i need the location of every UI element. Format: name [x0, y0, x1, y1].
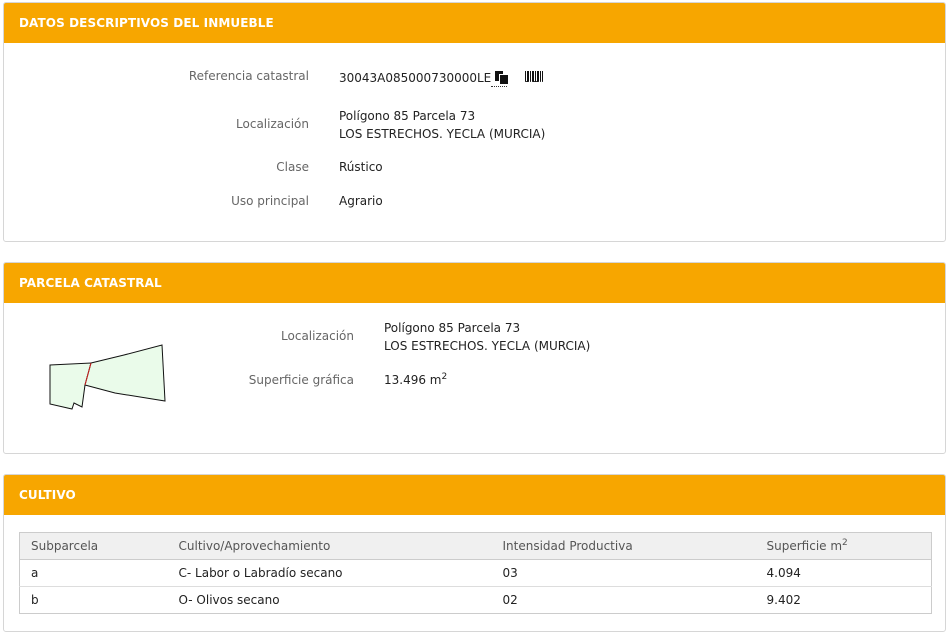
parcela-catastral-header: PARCELA CATASTRAL: [4, 263, 945, 303]
cell-superficie: 4.094: [755, 559, 932, 587]
cell-subparcela: b: [31, 593, 39, 607]
parcela-catastral-panel: PARCELA CATASTRAL Localización Polígono …: [3, 262, 946, 454]
localizacion-label: Localización: [236, 117, 309, 131]
table-row: a C- Labor o Labradío secano 03 4.094: [19, 559, 932, 587]
parcela-localizacion-line2: LOS ESTRECHOS. YECLA (MURCIA): [384, 339, 591, 353]
cell-cultivo: O- Olivos secano: [178, 593, 280, 607]
uso-principal-value: Agrario: [339, 194, 383, 208]
barcode-icon[interactable]: [525, 71, 544, 82]
col-superficie: Superficie m2: [755, 532, 932, 560]
referencia-catastral-label: Referencia catastral: [188, 69, 309, 83]
col-cultivo: Cultivo/Aprovechamiento: [167, 532, 492, 560]
cultivo-panel: CULTIVO Subparcela Cultivo/Aprovechamien…: [3, 474, 946, 632]
clase-value: Rústico: [339, 160, 383, 174]
referencia-catastral-value: 30043A085000730000LE: [339, 71, 492, 85]
cell-superficie: 9.402: [766, 593, 801, 607]
superficie-grafica-exp: 2: [441, 372, 448, 382]
cell-cultivo: C- Labor o Labradío secano: [167, 559, 492, 587]
copy-icon: [495, 71, 509, 84]
datos-descriptivos-header: DATOS DESCRIPTIVOS DEL INMUEBLE: [4, 3, 945, 43]
col-superficie-exp: 2: [842, 538, 848, 548]
uso-principal-label: Uso principal: [231, 194, 309, 208]
cultivo-header: CULTIVO: [4, 475, 945, 515]
referencia-catastral-row: 30043A085000730000LE: [339, 69, 544, 87]
parcela-localizacion-label: Localización: [281, 329, 354, 343]
parcel-shape-right: [84, 344, 166, 402]
parcela-localizacion-value: Polígono 85 Parcela 73 LOS ESTRECHOS. YE…: [384, 319, 590, 355]
parcela-localizacion-line1: Polígono 85 Parcela 73: [384, 321, 521, 335]
localizacion-line2: LOS ESTRECHOS. YECLA (MURCIA): [339, 127, 546, 141]
cell-subparcela: a: [19, 559, 168, 587]
localizacion-line1: Polígono 85 Parcela 73: [339, 109, 476, 123]
cell-intensidad: 03: [491, 559, 756, 587]
cultivo-table-header-row: Subparcela Cultivo/Aprovechamiento Inten…: [19, 532, 932, 560]
table-row: b O- Olivos secano 02 9.402: [20, 587, 932, 614]
localizacion-value: Polígono 85 Parcela 73 LOS ESTRECHOS. YE…: [339, 107, 545, 143]
col-intensidad: Intensidad Productiva: [491, 532, 756, 560]
col-superficie-label: Superficie m: [766, 539, 843, 553]
parcel-shape-left: [49, 362, 92, 410]
cell-intensidad: 02: [502, 593, 518, 607]
superficie-grafica-number: 13.496 m: [384, 373, 442, 387]
copy-reference-button[interactable]: [491, 71, 509, 87]
col-subparcela: Subparcela: [19, 532, 168, 560]
datos-descriptivos-panel: DATOS DESCRIPTIVOS DEL INMUEBLE Referenc…: [3, 2, 946, 242]
clase-label: Clase: [276, 160, 309, 174]
superficie-grafica-value: 13.496 m2: [384, 371, 447, 389]
cultivo-table: Subparcela Cultivo/Aprovechamiento Inten…: [19, 532, 932, 614]
superficie-grafica-label: Superficie gráfica: [248, 373, 354, 387]
